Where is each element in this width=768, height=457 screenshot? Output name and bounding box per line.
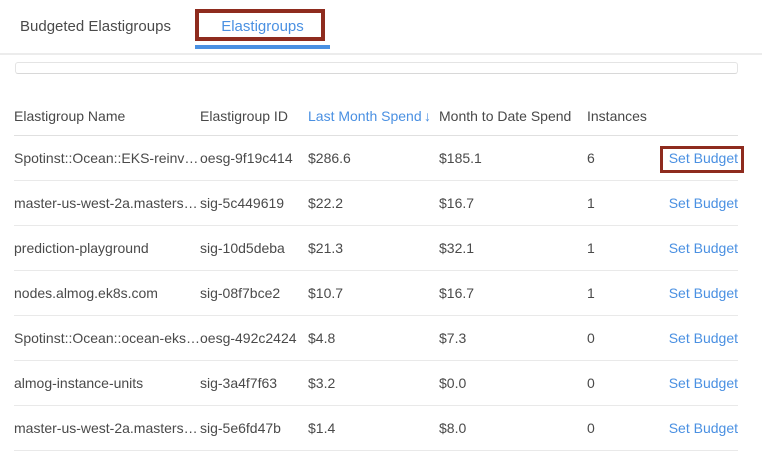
instances-count: 1 bbox=[587, 285, 664, 301]
month-to-date-spend: $185.1 bbox=[439, 150, 587, 166]
set-budget-link[interactable]: Set Budget bbox=[669, 375, 738, 391]
elastigroup-id: sig-08f7bce2 bbox=[200, 285, 308, 301]
set-budget-link[interactable]: Set Budget bbox=[669, 150, 738, 166]
last-month-spend: $22.2 bbox=[308, 195, 439, 211]
set-budget-link[interactable]: Set Budget bbox=[669, 195, 738, 211]
budget-console: Budgeted Elastigroups Elastigroups Elast… bbox=[0, 0, 768, 457]
tab-bar: Budgeted Elastigroups Elastigroups bbox=[0, 0, 768, 55]
last-month-spend: $3.2 bbox=[308, 375, 439, 391]
last-month-spend: $1.4 bbox=[308, 420, 439, 436]
elastigroup-name: Spotinst::Ocean::ocean-eks… bbox=[14, 330, 200, 346]
table-row: nodes.almog.ek8s.com sig-08f7bce2 $10.7 … bbox=[14, 271, 738, 316]
column-header-last-month-spend-label: Last Month Spend bbox=[308, 108, 422, 124]
elastigroup-name: Spotinst::Ocean::EKS-reinv… bbox=[14, 150, 200, 166]
set-budget-link[interactable]: Set Budget bbox=[669, 420, 738, 436]
table-row: master-us-west-2a.masters… sig-5c449619 … bbox=[14, 181, 738, 226]
elastigroups-table: Elastigroup Name Elastigroup ID Last Mon… bbox=[14, 96, 738, 451]
elastigroup-id: oesg-9f19c414 bbox=[200, 150, 308, 166]
instances-count: 1 bbox=[587, 240, 664, 256]
instances-count: 0 bbox=[587, 375, 664, 391]
tab-budgeted-elastigroups[interactable]: Budgeted Elastigroups bbox=[20, 0, 171, 53]
table-row: master-us-west-2a.masters… sig-5e6fd47b … bbox=[14, 406, 738, 451]
column-header-last-month-spend[interactable]: Last Month Spend ↓ bbox=[308, 108, 439, 124]
last-month-spend: $21.3 bbox=[308, 240, 439, 256]
month-to-date-spend: $8.0 bbox=[439, 420, 587, 436]
table-row: Spotinst::Ocean::EKS-reinv… oesg-9f19c41… bbox=[14, 136, 738, 181]
filter-bar[interactable] bbox=[15, 62, 738, 74]
instances-count: 1 bbox=[587, 195, 664, 211]
month-to-date-spend: $16.7 bbox=[439, 195, 587, 211]
set-budget-link[interactable]: Set Budget bbox=[669, 330, 738, 346]
month-to-date-spend: $7.3 bbox=[439, 330, 587, 346]
elastigroup-name: master-us-west-2a.masters… bbox=[14, 420, 200, 436]
elastigroup-id: oesg-492c2424 bbox=[200, 330, 308, 346]
elastigroup-name: master-us-west-2a.masters… bbox=[14, 195, 200, 211]
table-row: almog-instance-units sig-3a4f7f63 $3.2 $… bbox=[14, 361, 738, 406]
elastigroup-name: nodes.almog.ek8s.com bbox=[14, 285, 200, 301]
month-to-date-spend: $0.0 bbox=[439, 375, 587, 391]
active-tab-underline bbox=[195, 45, 330, 49]
column-header-elastigroup-name[interactable]: Elastigroup Name bbox=[14, 108, 200, 124]
set-budget-link[interactable]: Set Budget bbox=[669, 240, 738, 256]
elastigroup-id: sig-5c449619 bbox=[200, 195, 308, 211]
instances-count: 0 bbox=[587, 330, 664, 346]
instances-count: 0 bbox=[587, 420, 664, 436]
sort-desc-arrow-icon[interactable]: ↓ bbox=[424, 108, 439, 124]
elastigroup-id: sig-3a4f7f63 bbox=[200, 375, 308, 391]
column-header-elastigroup-id[interactable]: Elastigroup ID bbox=[200, 108, 308, 124]
instances-count: 6 bbox=[587, 150, 664, 166]
last-month-spend: $4.8 bbox=[308, 330, 439, 346]
elastigroup-name: almog-instance-units bbox=[14, 375, 200, 391]
tab-bar-divider bbox=[0, 53, 762, 55]
elastigroup-name: prediction-playground bbox=[14, 240, 200, 256]
elastigroup-id: sig-5e6fd47b bbox=[200, 420, 308, 436]
month-to-date-spend: $32.1 bbox=[439, 240, 587, 256]
column-header-month-to-date-spend[interactable]: Month to Date Spend bbox=[439, 108, 587, 124]
table-header-row: Elastigroup Name Elastigroup ID Last Mon… bbox=[14, 96, 738, 136]
month-to-date-spend: $16.7 bbox=[439, 285, 587, 301]
elastigroup-id: sig-10d5deba bbox=[200, 240, 308, 256]
last-month-spend: $10.7 bbox=[308, 285, 439, 301]
last-month-spend: $286.6 bbox=[308, 150, 439, 166]
set-budget-link[interactable]: Set Budget bbox=[669, 285, 738, 301]
column-header-instances[interactable]: Instances bbox=[587, 108, 664, 124]
table-row: Spotinst::Ocean::ocean-eks… oesg-492c242… bbox=[14, 316, 738, 361]
table-row: prediction-playground sig-10d5deba $21.3… bbox=[14, 226, 738, 271]
